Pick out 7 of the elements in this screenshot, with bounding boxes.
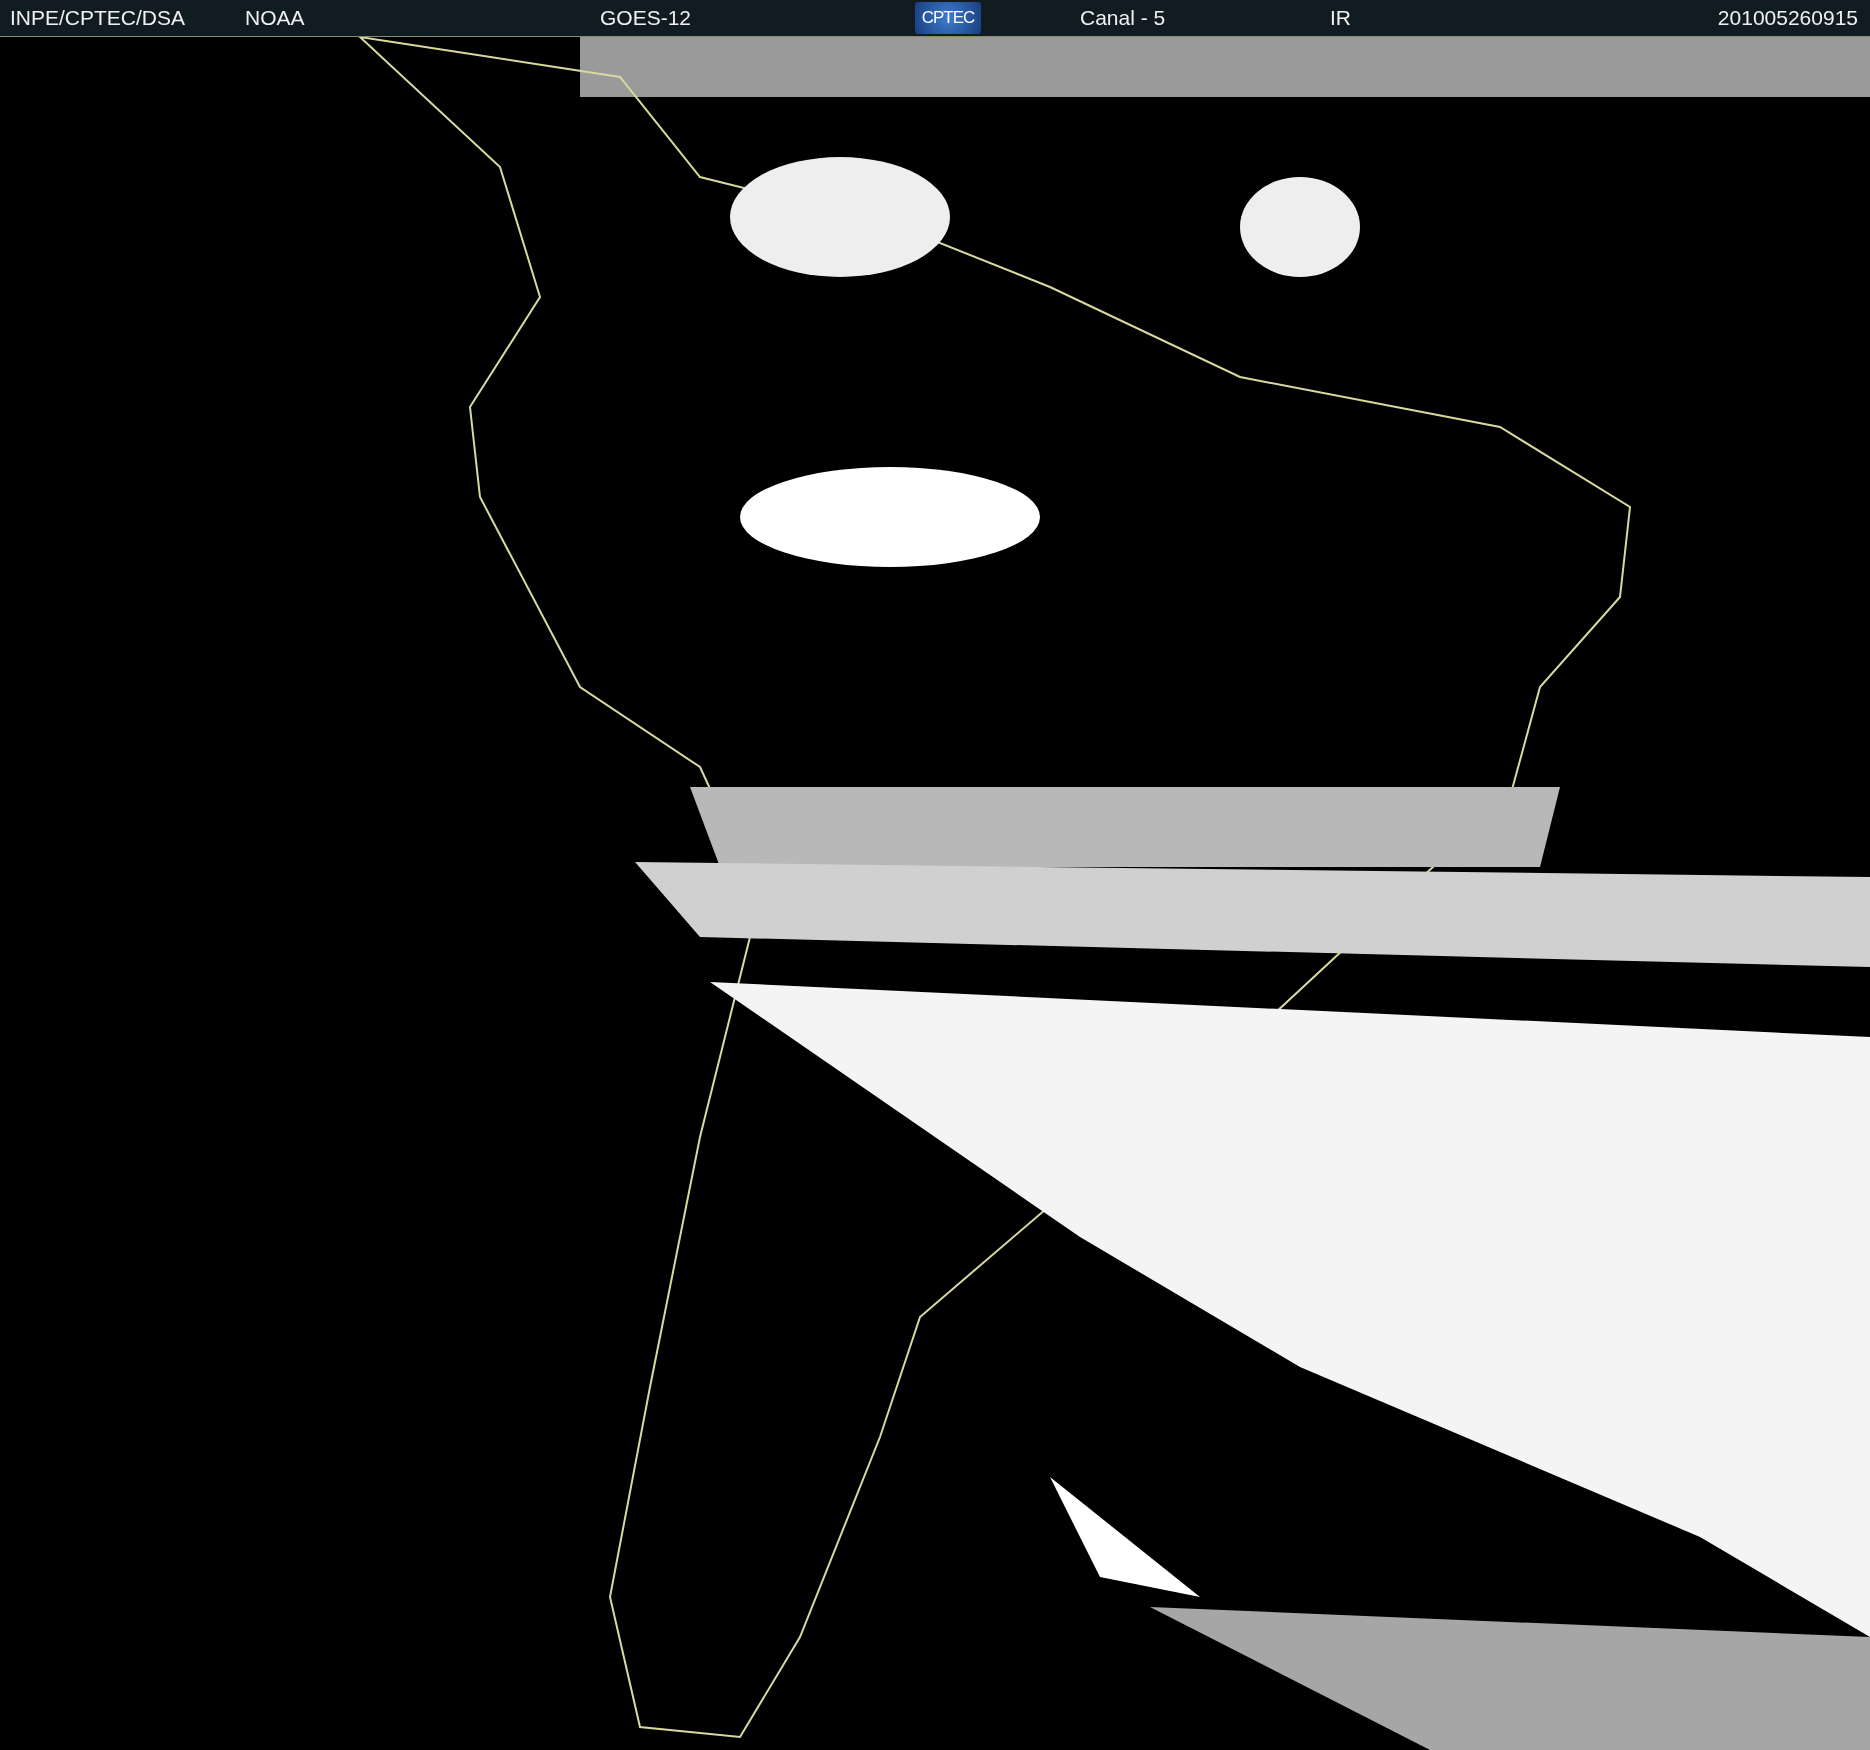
band-label: IR — [1330, 6, 1352, 30]
satellite-label: GOES-12 — [600, 6, 693, 30]
timestamp-label: 201005260915 — [1717, 6, 1858, 30]
channel-label: Canal - 5 — [1080, 6, 1167, 30]
agency-label: NOAA — [245, 6, 306, 30]
logo: CPTEC — [915, 2, 981, 34]
source-label: INPE/CPTEC/DSA — [10, 6, 187, 30]
